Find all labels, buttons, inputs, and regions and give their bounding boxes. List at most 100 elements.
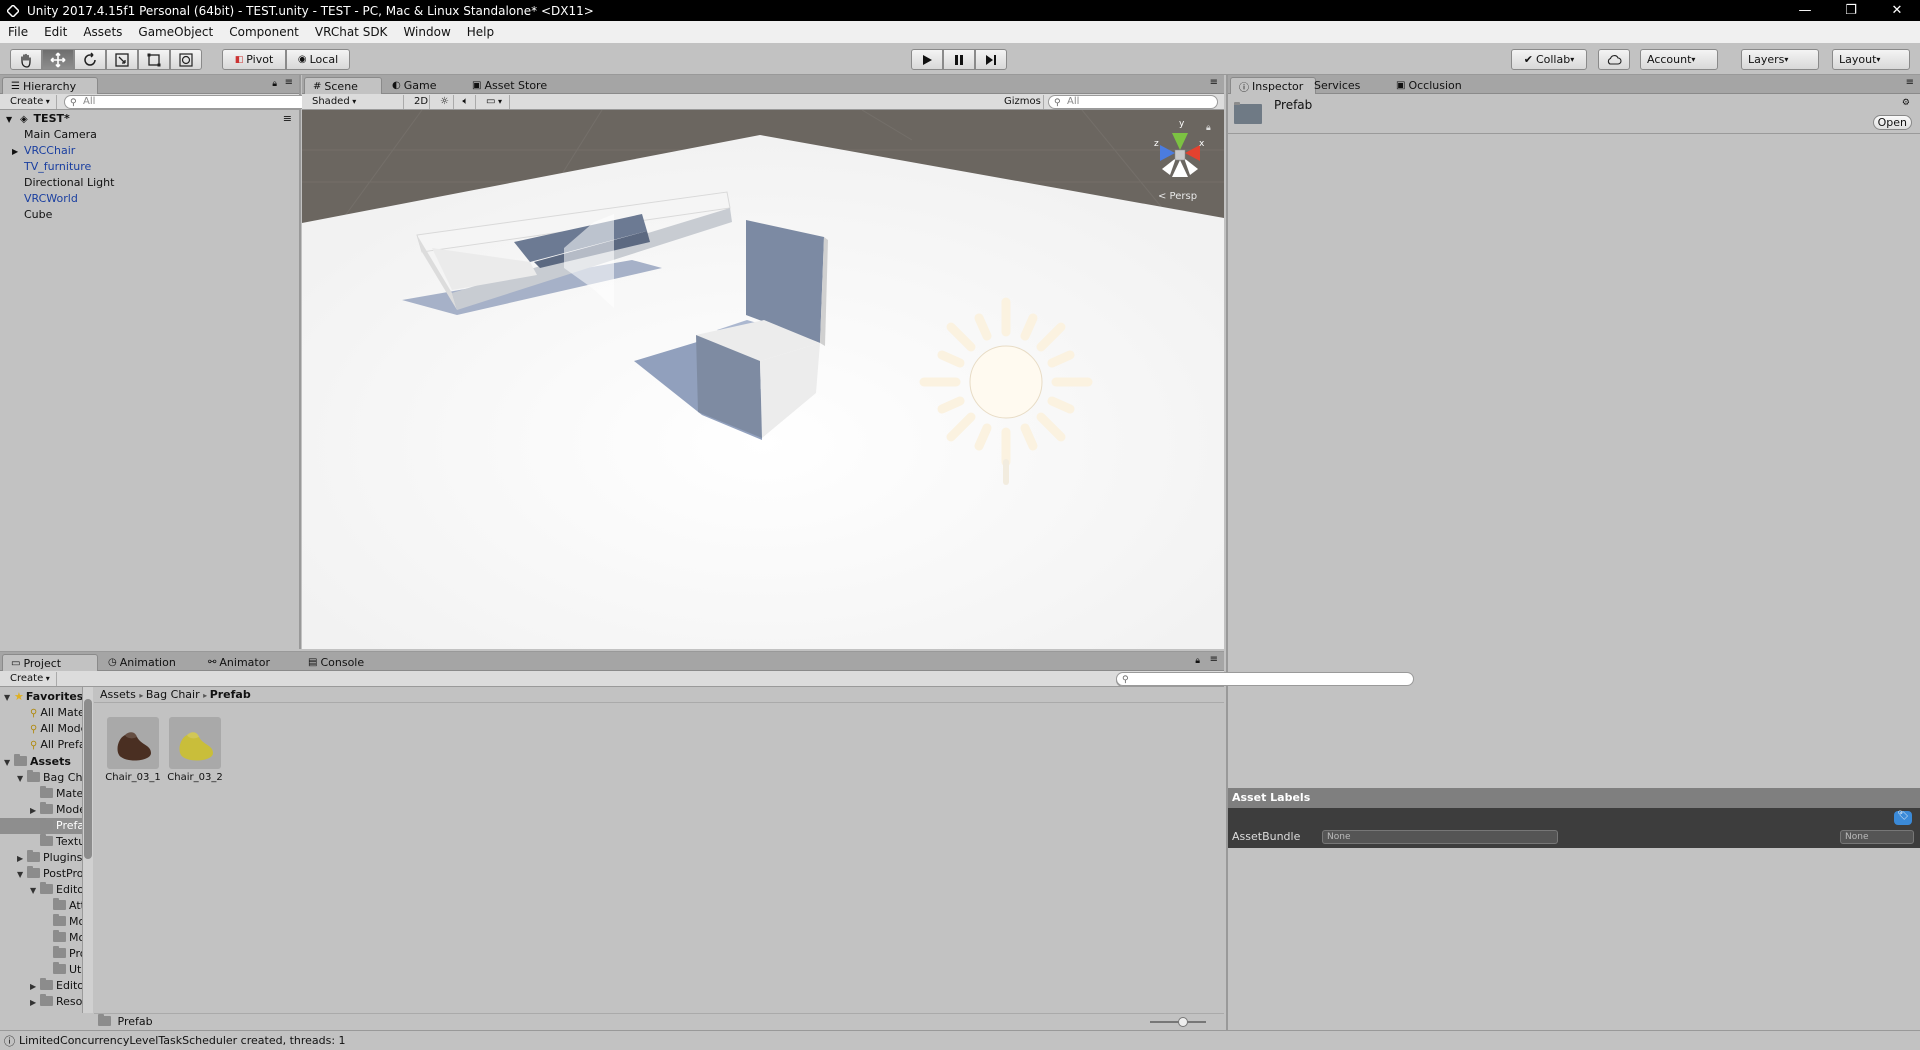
scene-search-input[interactable]: ⚲ All [1048,95,1218,109]
hierarchy-item[interactable]: Main Camera [12,127,97,143]
panel-menu-icon[interactable]: ≡ [285,77,293,88]
scene-viewport[interactable]: y x z < Persp 🔒︎ [302,110,1224,649]
folder-tree-item[interactable]: Textur [30,834,90,850]
local-toggle[interactable]: ◉ Local [286,49,350,70]
tab-occlusion[interactable]: ▣ Occlusion [1388,77,1474,94]
tab-game[interactable]: ◐ Game [384,77,462,94]
tree-scrollbar-thumb[interactable] [84,699,92,859]
project-search-input[interactable]: ⚲ [1116,672,1414,686]
folder-tree-item[interactable]: Prefab [0,818,82,834]
projection-label[interactable]: < Persp [1158,191,1197,202]
menu-edit[interactable]: Edit [36,21,75,43]
gizmo-lock-icon[interactable]: 🔒︎ [1206,123,1211,133]
tab-services[interactable]: Services [1306,77,1386,94]
shading-mode-dropdown[interactable]: Shaded [306,95,404,109]
cloud-button[interactable] [1598,49,1630,70]
asset-labels-header[interactable]: Asset Labels [1228,788,1920,808]
tab-animation[interactable]: ◷ Animation [100,654,196,671]
breadcrumb-prefab[interactable]: Prefab [210,688,251,701]
menu-file[interactable]: File [0,21,36,43]
tree-arrow-icon[interactable]: ▼ [17,867,27,882]
inspector-settings-icon[interactable]: ⚙ [1902,98,1910,108]
tab-project[interactable]: ▭ Project [2,654,98,671]
tree-arrow-icon[interactable]: ▶ [17,851,27,866]
menu-assets[interactable]: Assets [75,21,130,43]
hierarchy-item[interactable]: Directional Light [12,175,114,191]
collab-dropdown[interactable]: ✔ Collab [1511,49,1587,70]
folder-tree-item[interactable]: ▶ Model [30,802,89,818]
rect-tool-icon[interactable] [138,49,170,70]
asset-bundle-variant-dropdown[interactable]: None [1840,830,1914,844]
lock-icon[interactable]: 🔒︎ [272,79,277,89]
favorites-row[interactable]: ▼ ★ Favorites [4,689,83,705]
scale-tool-icon[interactable] [106,49,138,70]
layout-dropdown[interactable]: Layout [1832,49,1910,70]
tab-animator[interactable]: ⚯ Animator [200,654,296,671]
transform-tool-icon[interactable] [170,49,202,70]
inspector-menu-icon[interactable]: ≡ [1906,77,1914,88]
hierarchy-item[interactable]: ▶ VRCChair [12,143,75,159]
tree-arrow-icon[interactable]: ▼ [30,883,40,898]
hierarchy-create-button[interactable]: Create [4,95,57,109]
2d-toggle[interactable]: 2D [408,95,430,109]
folder-icon [27,866,40,878]
menu-vrchat-sdk[interactable]: VRChat SDK [307,21,396,43]
status-message[interactable]: LimitedConcurrencyLevelTaskScheduler cre… [19,1034,346,1047]
tab-asset-store[interactable]: ▣ Asset Store [464,77,564,94]
open-button[interactable]: Open [1872,115,1912,130]
close-button[interactable]: ✕ [1874,0,1920,21]
project-create-button[interactable]: Create [4,672,57,686]
zoom-slider[interactable] [1150,1017,1206,1027]
effects-dropdown-icon[interactable]: ▭ [480,95,510,109]
breadcrumb-assets[interactable]: Assets [100,688,136,701]
audio-toggle-icon[interactable]: 🔈︎ [456,95,476,109]
pause-button[interactable] [943,49,975,70]
gizmos-dropdown[interactable]: Gizmos [998,95,1044,109]
tree-arrow-icon[interactable]: ▶ [30,979,40,994]
asset-thumbnail[interactable] [169,717,221,769]
folder-tree-item[interactable]: ▼ Bag Chai [17,770,92,786]
menu-gameobject[interactable]: GameObject [130,21,221,43]
step-button[interactable] [975,49,1007,70]
minimize-button[interactable]: — [1782,0,1828,21]
label-tag-icon[interactable]: 🏷︎ [1894,811,1912,825]
scene-panel-menu-icon[interactable]: ≡ [1210,77,1218,88]
assets-root-row[interactable]: ▼ Assets [4,754,71,770]
zoom-slider-thumb[interactable] [1178,1017,1188,1027]
account-dropdown[interactable]: Account [1640,49,1718,70]
scene-menu-icon[interactable]: ≡ [0,111,296,127]
folder-tree-item[interactable]: ▶ Editor [30,978,89,994]
folder-tree-item[interactable]: ▶ Plugins [17,850,82,866]
pivot-toggle[interactable]: ◧ Pivot [222,49,286,70]
menu-help[interactable]: Help [459,21,502,43]
tab-inspector[interactable]: ⓘ Inspector [1230,77,1316,94]
move-tool-icon[interactable] [42,49,74,70]
play-button[interactable] [911,49,943,70]
project-lock-icon[interactable]: 🔒︎ [1195,656,1200,666]
hierarchy-item[interactable]: Cube [12,207,52,223]
folder-tree-item[interactable]: ▼ Editor [30,882,89,898]
tab-console[interactable]: ▤ Console [300,654,396,671]
rotate-tool-icon[interactable] [74,49,106,70]
breadcrumb-bag-chair[interactable]: Bag Chair [146,688,200,701]
menu-component[interactable]: Component [221,21,307,43]
tree-arrow-icon[interactable]: ▼ [17,771,27,786]
menu-window[interactable]: Window [395,21,458,43]
asset-label[interactable]: Chair_03_2 [160,772,230,783]
lighting-toggle-icon[interactable]: ☼ [434,95,454,109]
project-menu-icon[interactable]: ≡ [1210,654,1218,665]
tab-hierarchy[interactable]: ☰ Hierarchy [2,77,98,94]
tree-arrow-icon[interactable]: ▶ [30,995,40,1010]
tree-arrow-icon[interactable]: ▶ [30,803,40,818]
asset-bundle-dropdown[interactable]: None [1322,830,1558,844]
layers-dropdown[interactable]: Layers [1741,49,1819,70]
hand-tool-icon[interactable] [10,49,42,70]
tree-scrollbar[interactable] [82,687,93,1013]
hierarchy-item[interactable]: TV_furniture [12,159,91,175]
hierarchy-item[interactable]: VRCWorld [12,191,78,207]
asset-thumbnail[interactable] [107,717,159,769]
asset-label[interactable]: Chair_03_1 [98,772,168,783]
expand-arrow-icon[interactable]: ▶ [12,144,24,160]
restore-button[interactable]: ❐ [1828,0,1874,21]
tab-scene[interactable]: # Scene [304,77,382,94]
